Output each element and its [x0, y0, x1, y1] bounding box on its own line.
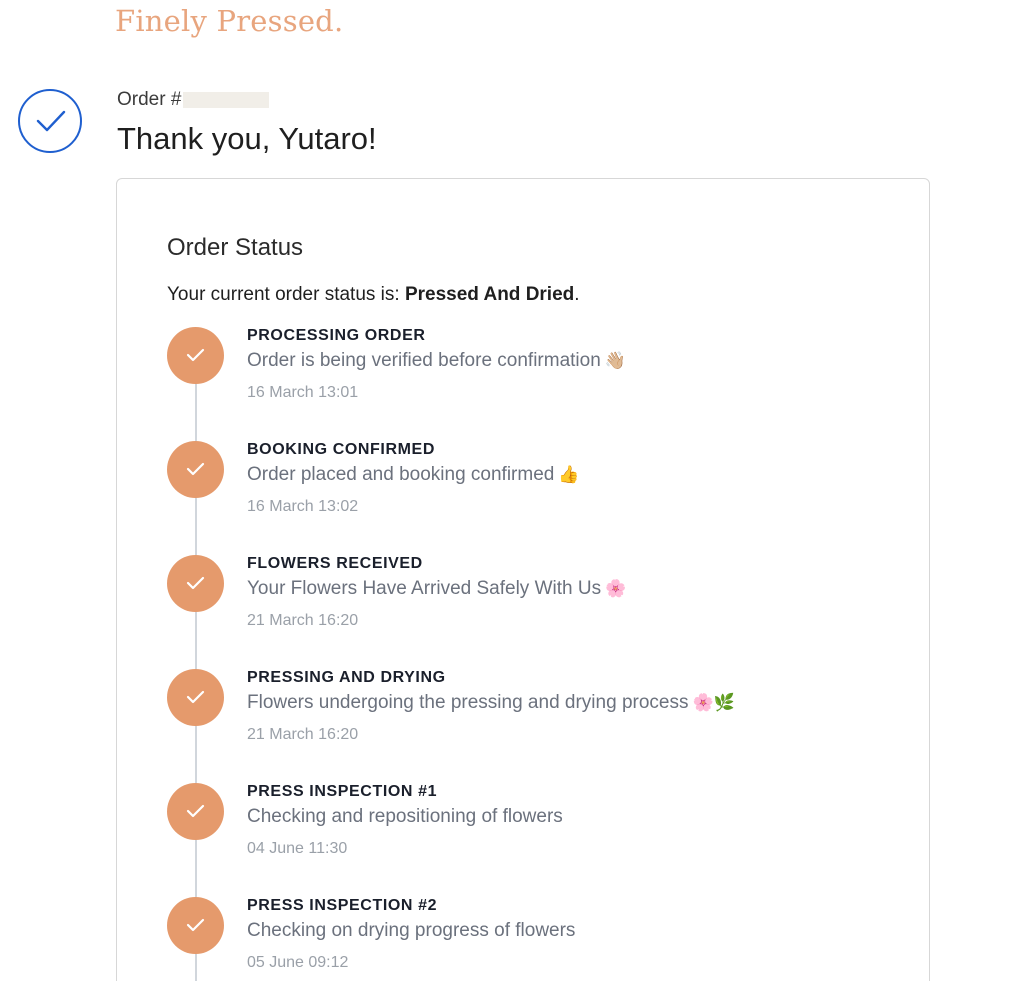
timeline-step: PRESSING AND DRYING Flowers undergoing t… [167, 669, 867, 769]
step-complete-check-icon [167, 897, 224, 954]
step-timestamp: 05 June 09:12 [247, 954, 349, 971]
step-title: PRESS INSPECTION #1 [247, 783, 438, 800]
current-status-prefix: Your current order status is: [167, 284, 405, 305]
step-emoji: 🌸🌿 [692, 693, 735, 712]
brand-logo[interactable]: Finely Pressed. [115, 4, 343, 38]
step-description: Your Flowers Have Arrived Safely With Us… [247, 578, 626, 600]
order-status-title: Order Status [167, 234, 304, 261]
order-number-redacted [183, 92, 270, 108]
current-status-suffix: . [574, 284, 580, 305]
timeline-step: PROCESSING ORDER Order is being verified… [167, 327, 867, 427]
step-description-text: Checking on drying progress of flowers [247, 920, 576, 941]
step-complete-check-icon [167, 783, 224, 840]
step-title: FLOWERS RECEIVED [247, 555, 423, 572]
step-complete-check-icon [167, 441, 224, 498]
step-emoji: 🌸 [605, 579, 627, 598]
step-complete-check-icon [167, 555, 224, 612]
step-description: Checking on drying progress of flowers [247, 920, 579, 942]
step-timestamp: 04 June 11:30 [247, 840, 348, 857]
step-timestamp: 16 March 13:01 [247, 384, 359, 401]
order-status-card: Order Status Your current order status i… [116, 178, 930, 981]
step-description-text: Checking and repositioning of flowers [247, 806, 563, 827]
order-number-label: Order # [117, 89, 182, 110]
step-description: Flowers undergoing the pressing and dryi… [247, 692, 735, 714]
step-description: Order is being verified before confirmat… [247, 350, 626, 372]
step-description-text: Order is being verified before confirmat… [247, 350, 601, 371]
step-title: BOOKING CONFIRMED [247, 441, 435, 458]
step-description-text: Your Flowers Have Arrived Safely With Us [247, 578, 602, 599]
step-timestamp: 21 March 16:20 [247, 612, 359, 629]
timeline-step: PRESS INSPECTION #1 Checking and reposit… [167, 783, 867, 883]
order-number-line: Order # [117, 89, 270, 111]
timeline-step: BOOKING CONFIRMED Order placed and booki… [167, 441, 867, 541]
step-timestamp: 21 March 16:20 [247, 726, 359, 743]
step-description: Order placed and booking confirmed 👍 [247, 464, 580, 486]
current-status-text: Your current order status is: Pressed An… [167, 284, 580, 306]
step-description: Checking and repositioning of flowers [247, 806, 567, 828]
step-description-text: Order placed and booking confirmed [247, 464, 555, 485]
step-title: PRESSING AND DRYING [247, 669, 446, 686]
timeline-step: FLOWERS RECEIVED Your Flowers Have Arriv… [167, 555, 867, 655]
step-complete-check-icon [167, 327, 224, 384]
step-title: PROCESSING ORDER [247, 327, 426, 344]
step-emoji: 👍 [558, 465, 580, 484]
order-status-page: Finely Pressed. Order # Thank you, Yutar… [0, 0, 1023, 981]
step-description-text: Flowers undergoing the pressing and dryi… [247, 692, 689, 713]
order-confirmed-check-icon [18, 89, 82, 153]
step-timestamp: 16 March 13:02 [247, 498, 359, 515]
step-emoji: 👋🏼 [604, 351, 626, 370]
step-title: PRESS INSPECTION #2 [247, 897, 438, 914]
current-status-value: Pressed And Dried [404, 284, 575, 305]
thank-you-heading: Thank you, Yutaro! [117, 121, 377, 156]
timeline-step: PRESS INSPECTION #2 Checking on drying p… [167, 897, 867, 981]
step-complete-check-icon [167, 669, 224, 726]
